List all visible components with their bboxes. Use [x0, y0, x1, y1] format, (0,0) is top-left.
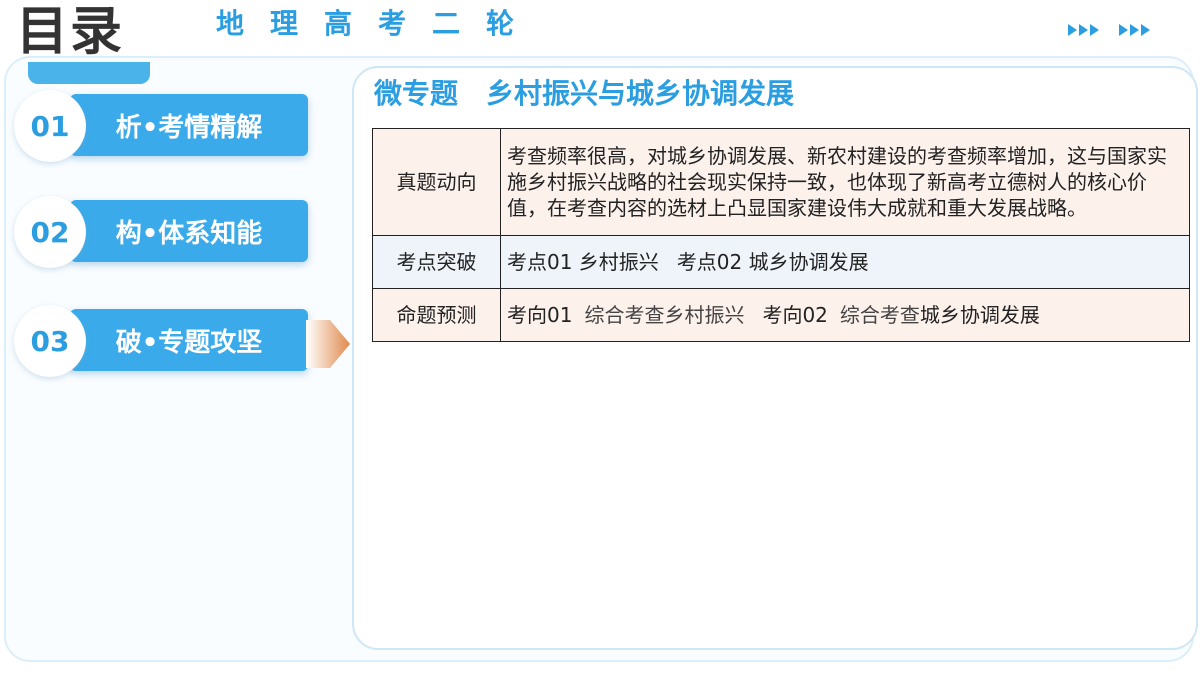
direction-01-text: 综合考查乡村振兴 — [584, 303, 745, 327]
subject-title: 地理高考二轮 — [216, 7, 541, 40]
nav-label-2: 构•体系知能 — [70, 200, 308, 262]
decorative-tab — [28, 62, 150, 84]
table-row: 考点突破 考点01 乡村振兴 考点02 城乡协调发展 — [372, 235, 1190, 289]
arrows-decoration-icon — [1068, 24, 1150, 36]
nav-number-3: 03 — [14, 305, 86, 377]
nav-item-2[interactable]: 02 构•体系知能 — [14, 196, 314, 268]
info-table: 真题动向 考查频率很高，对城乡协调发展、新农村建设的考查频率增加，这与国家实施乡… — [372, 128, 1190, 342]
direction-02-text-a: 综合考查 — [839, 303, 920, 327]
row-label-points: 考点突破 — [372, 235, 501, 289]
row-text-trend: 考查频率很高，对城乡协调发展、新农村建设的考查频率增加，这与国家实施乡村振兴战略… — [500, 128, 1190, 236]
content-title-prefix: 微专题 — [374, 77, 459, 110]
row-label-forecast: 命题预测 — [372, 288, 501, 342]
nav-label-3: 破•专题攻坚 — [70, 309, 308, 371]
direction-02-text-b: 城乡协调发展 — [919, 303, 1040, 327]
nav-number-2: 02 — [14, 196, 86, 268]
table-row: 真题动向 考查频率很高，对城乡协调发展、新农村建设的考查频率增加，这与国家实施乡… — [372, 128, 1190, 236]
row-content-points: 考点01 乡村振兴 考点02 城乡协调发展 — [500, 235, 1190, 289]
row-content-forecast: 考向01 综合考查乡村振兴 考向02 综合考查城乡协调发展 — [500, 288, 1190, 342]
nav-label-1: 析•考情精解 — [70, 94, 308, 156]
nav-item-1[interactable]: 01 析•考情精解 — [14, 90, 314, 162]
pointer-arrow-icon — [306, 320, 350, 368]
point-02: 考点02 城乡协调发展 — [676, 250, 869, 274]
direction-01-code: 考向01 — [507, 303, 573, 327]
table-row: 命题预测 考向01 综合考查乡村振兴 考向02 综合考查城乡协调发展 — [372, 288, 1190, 342]
nav-number-1: 01 — [14, 90, 86, 162]
row-label-trend: 真题动向 — [372, 128, 501, 236]
direction-02-code: 考向02 — [762, 303, 828, 327]
nav-item-3[interactable]: 03 破•专题攻坚 — [14, 305, 314, 377]
point-01: 考点01 乡村振兴 — [507, 250, 659, 274]
content-title: 微专题 乡村振兴与城乡协调发展 — [374, 76, 794, 112]
content-title-main: 乡村振兴与城乡协调发展 — [486, 77, 795, 110]
page-title: 目录 — [16, 2, 125, 62]
